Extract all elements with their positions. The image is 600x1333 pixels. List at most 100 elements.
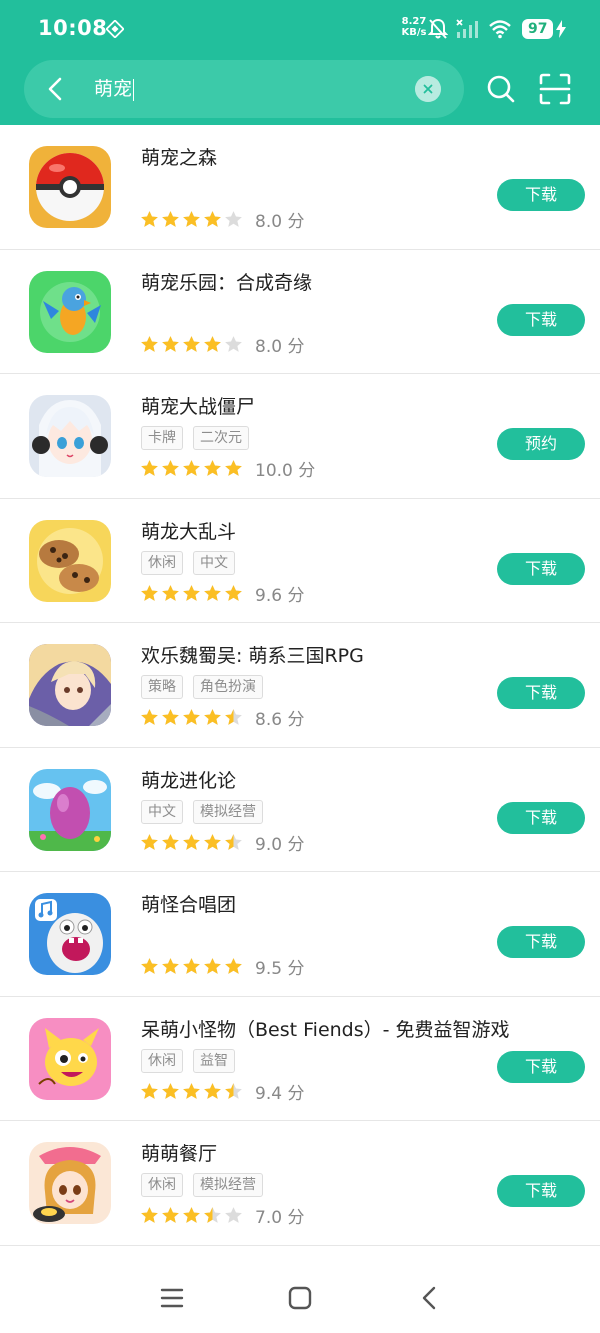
download-button[interactable]: 下载 [497, 179, 585, 211]
scan-icon[interactable] [538, 72, 572, 106]
app-name[interactable]: 欢乐魏蜀吴: 萌系三国RPG [141, 641, 364, 668]
score: 8.0 分 [255, 336, 305, 357]
star-empty-icon [225, 335, 242, 352]
star-half-icon [225, 709, 242, 725]
star-full-icon [204, 211, 221, 227]
dragon-egg-app-icon[interactable] [29, 768, 111, 851]
star-full-icon [162, 584, 179, 601]
list-item[interactable]: 萌龙进化论 中文 模拟经营 9.0 分 下载 [0, 748, 600, 872]
best-fiends-app-icon[interactable] [29, 1017, 111, 1100]
home-icon[interactable] [288, 1286, 312, 1310]
back-icon[interactable] [418, 1285, 440, 1311]
star-full-icon [183, 709, 200, 725]
star-full-icon [183, 958, 200, 974]
star-rating [140, 833, 243, 852]
download-button[interactable]: 下载 [497, 926, 585, 958]
menu-icon[interactable] [160, 1287, 184, 1309]
list-item[interactable]: 呆萌小怪物（Best Fiends）- 免费益智游戏 休闲 益智 9.4 分 下… [0, 997, 600, 1121]
parrot-app-icon[interactable] [29, 270, 111, 353]
reserve-button[interactable]: 预约 [497, 428, 585, 460]
app-name[interactable]: 萌怪合唱团 [141, 890, 236, 917]
download-button[interactable]: 下载 [497, 677, 585, 709]
star-full-icon [162, 958, 179, 974]
wifi-icon [489, 20, 511, 39]
tag-list: 休闲 模拟经营 [141, 1173, 263, 1197]
app-name[interactable]: 萌龙进化论 [141, 766, 236, 793]
app-name[interactable]: 萌龙大乱斗 [141, 517, 236, 544]
score: 8.6 分 [255, 710, 305, 730]
star-rating [140, 210, 243, 229]
star-full-icon [141, 1082, 158, 1099]
anime-girl-app-icon[interactable] [29, 395, 111, 477]
search-icon[interactable] [484, 72, 518, 106]
score: 9.5 分 [255, 959, 305, 979]
cookie-dragon-app-icon[interactable] [29, 519, 111, 602]
score: 7.0 分 [255, 1208, 305, 1228]
status-icons: 97 [428, 16, 567, 42]
star-rating [140, 459, 243, 478]
tag: 模拟经营 [193, 1173, 263, 1197]
list-item[interactable]: 萌宠之森 8.0 分 下载 [0, 125, 600, 250]
app-name[interactable]: 萌宠大战僵尸 [141, 392, 255, 419]
search-input[interactable]: 萌宠 [94, 76, 135, 102]
search-results-list: 萌宠之森 8.0 分 下载 萌宠乐园：合成奇缘 8.0 分 下载 萌宠大战僵尸 … [0, 125, 600, 1246]
list-item[interactable]: 萌龙大乱斗 休闲 中文 9.6 分 下载 [0, 499, 600, 623]
download-button[interactable]: 下载 [497, 1175, 585, 1207]
star-full-icon [141, 335, 158, 352]
download-button[interactable]: 下载 [497, 801, 585, 834]
app-name[interactable]: 萌宠之森 [141, 143, 217, 170]
three-kingdoms-app-icon[interactable] [29, 644, 111, 726]
star-rating [140, 1082, 243, 1101]
star-full-icon [225, 958, 242, 974]
star-full-icon [162, 1082, 179, 1099]
tag: 休闲 [141, 550, 183, 575]
star-full-icon [141, 833, 158, 850]
list-item[interactable]: 萌萌餐厅 休闲 模拟经营 7.0 分 下载 [0, 1121, 600, 1246]
singing-monster-app-icon[interactable] [29, 893, 111, 975]
restaurant-girl-app-icon[interactable] [29, 1142, 111, 1224]
rating: 10.0 分 [140, 456, 315, 481]
star-full-icon [225, 584, 242, 601]
status-bar: 10:08 8.27 KB/s 97 [0, 0, 600, 58]
tag: 模拟经营 [193, 799, 263, 824]
pokeball-app-icon[interactable] [29, 146, 111, 228]
download-button[interactable]: 下载 [497, 552, 585, 585]
star-full-icon [162, 833, 179, 850]
rating: 7.0 分 [140, 1203, 304, 1228]
star-full-icon [204, 335, 221, 352]
back-arrow-icon[interactable] [42, 75, 70, 103]
list-item[interactable]: 萌怪合唱团 9.5 分 下载 [0, 872, 600, 997]
star-full-icon [204, 1082, 221, 1099]
star-rating [140, 708, 243, 727]
tag-list: 休闲 中文 [141, 550, 235, 575]
list-item[interactable]: 萌宠乐园：合成奇缘 8.0 分 下载 [0, 250, 600, 374]
download-button[interactable]: 下载 [497, 303, 585, 336]
charging-bolt-icon [556, 20, 567, 38]
app-name[interactable]: 萌萌餐厅 [141, 1139, 217, 1166]
star-full-icon [204, 833, 221, 850]
search-box[interactable]: 萌宠 [24, 60, 464, 118]
star-full-icon [162, 1207, 179, 1223]
star-full-icon [141, 958, 158, 974]
star-full-icon [162, 709, 179, 725]
star-full-icon [162, 460, 179, 476]
tag-list: 卡牌 二次元 [141, 426, 249, 450]
clear-icon[interactable] [415, 76, 441, 102]
app-name[interactable]: 呆萌小怪物（Best Fiends）- 免费益智游戏 [141, 1015, 510, 1042]
star-full-icon [141, 211, 158, 227]
star-full-icon [162, 211, 179, 227]
star-empty-icon [225, 1207, 242, 1223]
app-name[interactable]: 萌宠乐园：合成奇缘 [141, 268, 312, 295]
list-item[interactable]: 萌宠大战僵尸 卡牌 二次元 10.0 分 预约 [0, 374, 600, 499]
rating: 8.6 分 [140, 705, 304, 730]
star-full-icon [183, 1082, 200, 1099]
status-time: 10:08 [38, 16, 108, 40]
score: 10.0 分 [255, 461, 316, 481]
tag: 休闲 [141, 1173, 183, 1197]
rating: 9.5 分 [140, 954, 304, 979]
list-item[interactable]: 欢乐魏蜀吴: 萌系三国RPG 策略 角色扮演 8.6 分 下载 [0, 623, 600, 748]
download-button[interactable]: 下载 [497, 1050, 585, 1083]
star-full-icon [204, 958, 221, 974]
tag: 二次元 [193, 426, 249, 450]
net-speed: 8.27 KB/s [401, 16, 427, 38]
